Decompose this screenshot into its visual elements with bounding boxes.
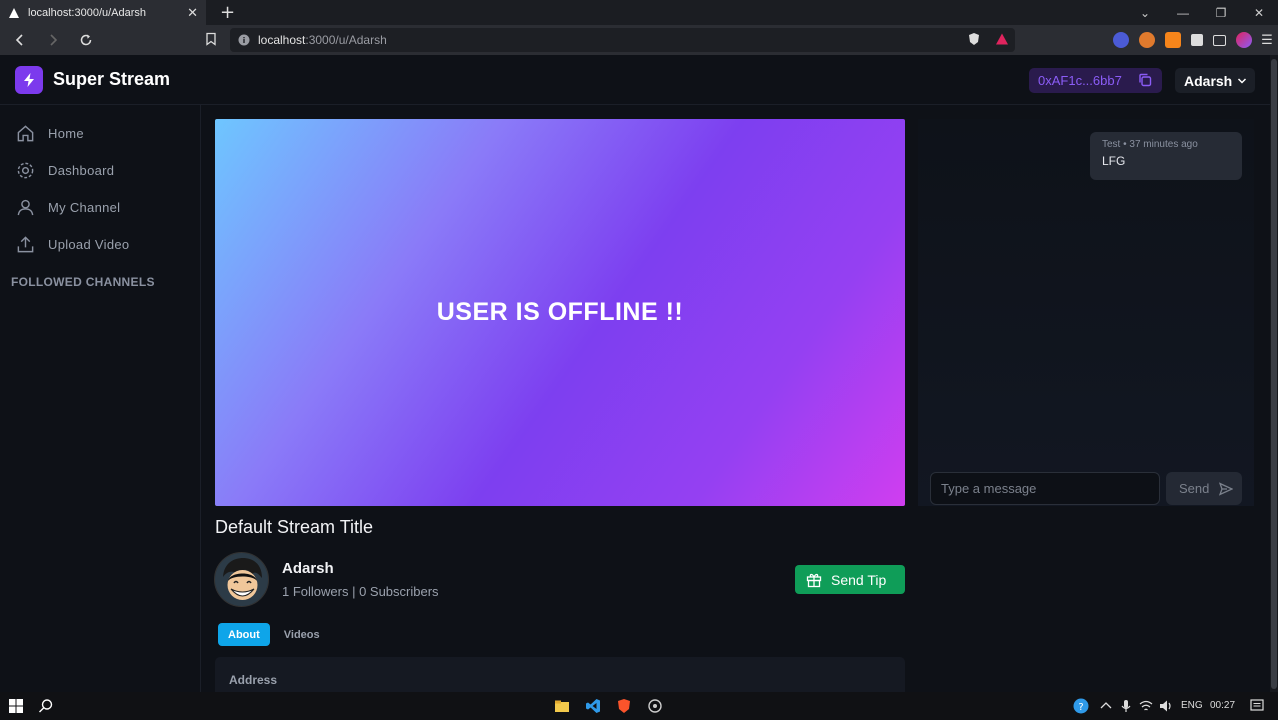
- windows-start-icon[interactable]: [8, 698, 24, 714]
- app-icon[interactable]: [647, 698, 663, 714]
- copy-icon: [1139, 73, 1152, 87]
- puzzle-extensions-icon[interactable]: [1191, 34, 1203, 46]
- chat-message-input[interactable]: [930, 472, 1160, 505]
- chat-message-text: LFG: [1102, 154, 1126, 168]
- brave-rewards-icon[interactable]: [995, 32, 1009, 46]
- brave-browser-icon[interactable]: [616, 698, 632, 714]
- send-message-button[interactable]: Send: [1166, 472, 1242, 505]
- reload-button[interactable]: [73, 27, 99, 53]
- offline-message: USER IS OFFLINE !!: [436, 298, 684, 326]
- help-icon[interactable]: ?: [1073, 698, 1089, 714]
- language-indicator[interactable]: ENG: [1181, 700, 1203, 711]
- back-button[interactable]: [7, 27, 33, 53]
- home-icon: [17, 124, 34, 141]
- chat-panel: Test • 37 minutes ago LFG Send: [918, 119, 1254, 506]
- site-info-icon[interactable]: [238, 34, 250, 46]
- tab-title: localhost:3000/u/Adarsh: [28, 6, 147, 19]
- followed-channels-heading: FOLLOWED CHANNELS: [11, 275, 155, 289]
- wallet-address-button[interactable]: 0xAF1c...6bb7: [1029, 68, 1162, 93]
- tab-videos[interactable]: Videos: [274, 623, 330, 646]
- address-bar[interactable]: localhost:3000/u/Adarsh: [230, 28, 1015, 52]
- extension-2-icon[interactable]: [1139, 32, 1155, 48]
- page-scrollbar[interactable]: [1270, 55, 1278, 692]
- back-arrow-icon: [15, 34, 23, 46]
- wifi-icon[interactable]: [1138, 698, 1154, 714]
- sidebar-item-dashboard[interactable]: Dashboard: [16, 159, 114, 181]
- send-label: Send: [1179, 481, 1210, 496]
- app: Super Stream 0xAF1c...6bb7 Adarsh Home D…: [0, 55, 1270, 697]
- extension-1-icon[interactable]: [1113, 32, 1129, 48]
- maximize-button[interactable]: ❐: [1202, 6, 1240, 20]
- microphone-icon[interactable]: [1118, 698, 1134, 714]
- chat-author: Test: [1102, 139, 1121, 150]
- reload-icon: [80, 34, 92, 46]
- chat-message-meta: Test • 37 minutes ago: [1102, 139, 1230, 150]
- send-tip-button[interactable]: Send Tip: [795, 565, 905, 594]
- sidebar-item-label: Home: [48, 125, 84, 141]
- scrollbar-thumb[interactable]: [1271, 59, 1277, 689]
- search-icon[interactable]: [38, 698, 54, 714]
- upload-icon: [17, 235, 34, 252]
- omnibox-right: [967, 32, 1009, 46]
- menu-icon[interactable]: ☰: [1261, 32, 1273, 48]
- sidebar-item-label: My Channel: [48, 199, 121, 215]
- channel-name[interactable]: Adarsh: [282, 560, 334, 577]
- url-text: localhost:3000/u/Adarsh: [258, 33, 387, 47]
- stream-title: Default Stream Title: [215, 517, 374, 537]
- forward-arrow-icon: [50, 34, 58, 46]
- forward-button[interactable]: [40, 27, 66, 53]
- user-icon: [17, 199, 34, 215]
- user-name: Adarsh: [1184, 72, 1233, 89]
- app-header: Super Stream 0xAF1c...6bb7 Adarsh: [0, 55, 1270, 105]
- file-explorer-icon[interactable]: [554, 698, 570, 714]
- chat-message: Test • 37 minutes ago LFG: [1090, 132, 1242, 180]
- browser-tabbar: localhost:3000/u/Adarsh ✕ + ⌄ — ❐ ✕: [0, 0, 1278, 25]
- window-controls: ⌄ — ❐ ✕: [1126, 0, 1278, 25]
- sidebar-item-home[interactable]: Home: [16, 122, 84, 144]
- brand-name[interactable]: Super Stream: [53, 69, 170, 90]
- address-label: Address: [229, 673, 278, 687]
- video-player[interactable]: USER IS OFFLINE !!: [215, 119, 905, 506]
- gift-icon: [806, 573, 822, 587]
- send-tip-label: Send Tip: [831, 571, 887, 588]
- extensions-bar: ☰: [1113, 32, 1273, 48]
- browser-toolbar: localhost:3000/u/Adarsh: [0, 25, 1278, 55]
- vscode-icon[interactable]: [585, 698, 601, 714]
- svg-text:?: ?: [1078, 702, 1083, 713]
- sidebar-item-label: Dashboard: [48, 162, 115, 178]
- close-tab-icon[interactable]: ✕: [187, 5, 198, 21]
- channel-stats: 1 Followers | 0 Subscribers: [282, 584, 439, 599]
- profile-avatar-icon[interactable]: [1236, 32, 1252, 48]
- browser-tab[interactable]: localhost:3000/u/Adarsh ✕: [0, 0, 206, 25]
- wallet-icon[interactable]: [1213, 34, 1226, 46]
- chevron-down-icon: [1237, 78, 1247, 84]
- chat-time: 37 minutes ago: [1129, 139, 1198, 150]
- close-window-button[interactable]: ✕: [1240, 6, 1278, 20]
- triangle-favicon-icon: [9, 7, 19, 18]
- wallet-address: 0xAF1c...6bb7: [1038, 73, 1122, 88]
- gear-icon: [17, 162, 34, 178]
- channel-tabs: About Videos: [218, 623, 330, 646]
- clock[interactable]: 00:27: [1210, 700, 1235, 711]
- tab-about[interactable]: About: [218, 623, 270, 646]
- sidebar-item-label: Upload Video: [48, 236, 130, 252]
- send-icon: [1219, 481, 1234, 496]
- sidebar-item-my-channel[interactable]: My Channel: [16, 196, 120, 218]
- about-card: Address: [215, 657, 905, 697]
- logo-icon[interactable]: [15, 66, 43, 94]
- tab-search-icon[interactable]: ⌄: [1126, 6, 1164, 20]
- volume-icon[interactable]: [1158, 698, 1174, 714]
- chevron-up-icon[interactable]: [1098, 698, 1114, 714]
- sidebar: Home Dashboard My Channel Upload Video F…: [0, 105, 201, 692]
- user-menu-button[interactable]: Adarsh: [1175, 68, 1255, 93]
- sidebar-item-upload-video[interactable]: Upload Video: [16, 233, 129, 255]
- notifications-icon[interactable]: [1249, 698, 1265, 714]
- avatar[interactable]: [214, 552, 269, 607]
- bookmark-icon[interactable]: [204, 32, 218, 46]
- os-taskbar: ? ENG 00:27: [0, 692, 1278, 720]
- metamask-icon[interactable]: [1165, 32, 1181, 48]
- new-tab-button[interactable]: +: [220, 3, 235, 22]
- brave-shield-icon[interactable]: [967, 32, 981, 46]
- minimize-button[interactable]: —: [1164, 6, 1202, 20]
